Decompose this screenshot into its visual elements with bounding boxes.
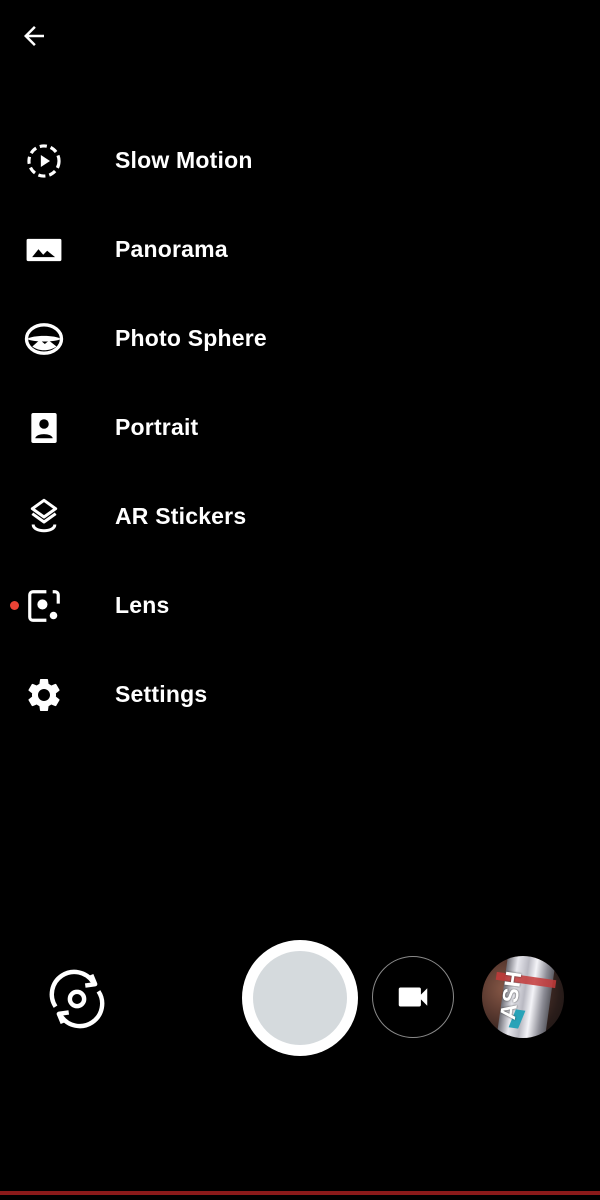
ar-stickers-icon (24, 497, 64, 537)
switch-camera-icon (49, 969, 105, 1029)
back-button[interactable] (14, 16, 54, 56)
photo-sphere-icon (24, 319, 64, 359)
navigation-bar-line (0, 1191, 600, 1195)
camera-controls: ASH (0, 940, 600, 1060)
menu-item-label: Panorama (115, 236, 228, 262)
menu-item-label: AR Stickers (115, 503, 247, 529)
video-camera-icon (398, 987, 428, 1007)
menu-item-portrait[interactable]: Portrait (0, 383, 600, 472)
shutter-button[interactable] (242, 940, 358, 1056)
menu-item-label: Settings (115, 681, 208, 707)
shutter-inner (253, 951, 347, 1045)
video-mode-button[interactable] (372, 956, 454, 1038)
menu-item-photo-sphere[interactable]: Photo Sphere (0, 294, 600, 383)
menu-item-ar-stickers[interactable]: AR Stickers (0, 472, 600, 561)
arrow-back-icon (24, 26, 44, 46)
menu-item-label: Portrait (115, 414, 199, 440)
portrait-icon (24, 408, 64, 448)
lens-icon (24, 586, 64, 626)
menu-item-label: Photo Sphere (115, 325, 267, 351)
menu-item-settings[interactable]: Settings (0, 650, 600, 739)
menu-item-panorama[interactable]: Panorama (0, 205, 600, 294)
menu-item-label: Lens (115, 592, 170, 618)
last-photo-thumbnail[interactable]: ASH (482, 956, 564, 1038)
switch-camera-button[interactable] (44, 966, 110, 1032)
panorama-icon (24, 230, 64, 270)
gear-icon (24, 675, 64, 715)
slow-motion-icon (24, 141, 64, 181)
menu-item-slow-motion[interactable]: Slow Motion (0, 116, 600, 205)
mode-menu: Slow Motion Panorama Photo Sphere Portra… (0, 116, 600, 739)
new-indicator-dot (10, 601, 19, 610)
menu-item-label: Slow Motion (115, 147, 253, 173)
menu-item-lens[interactable]: Lens (0, 561, 600, 650)
